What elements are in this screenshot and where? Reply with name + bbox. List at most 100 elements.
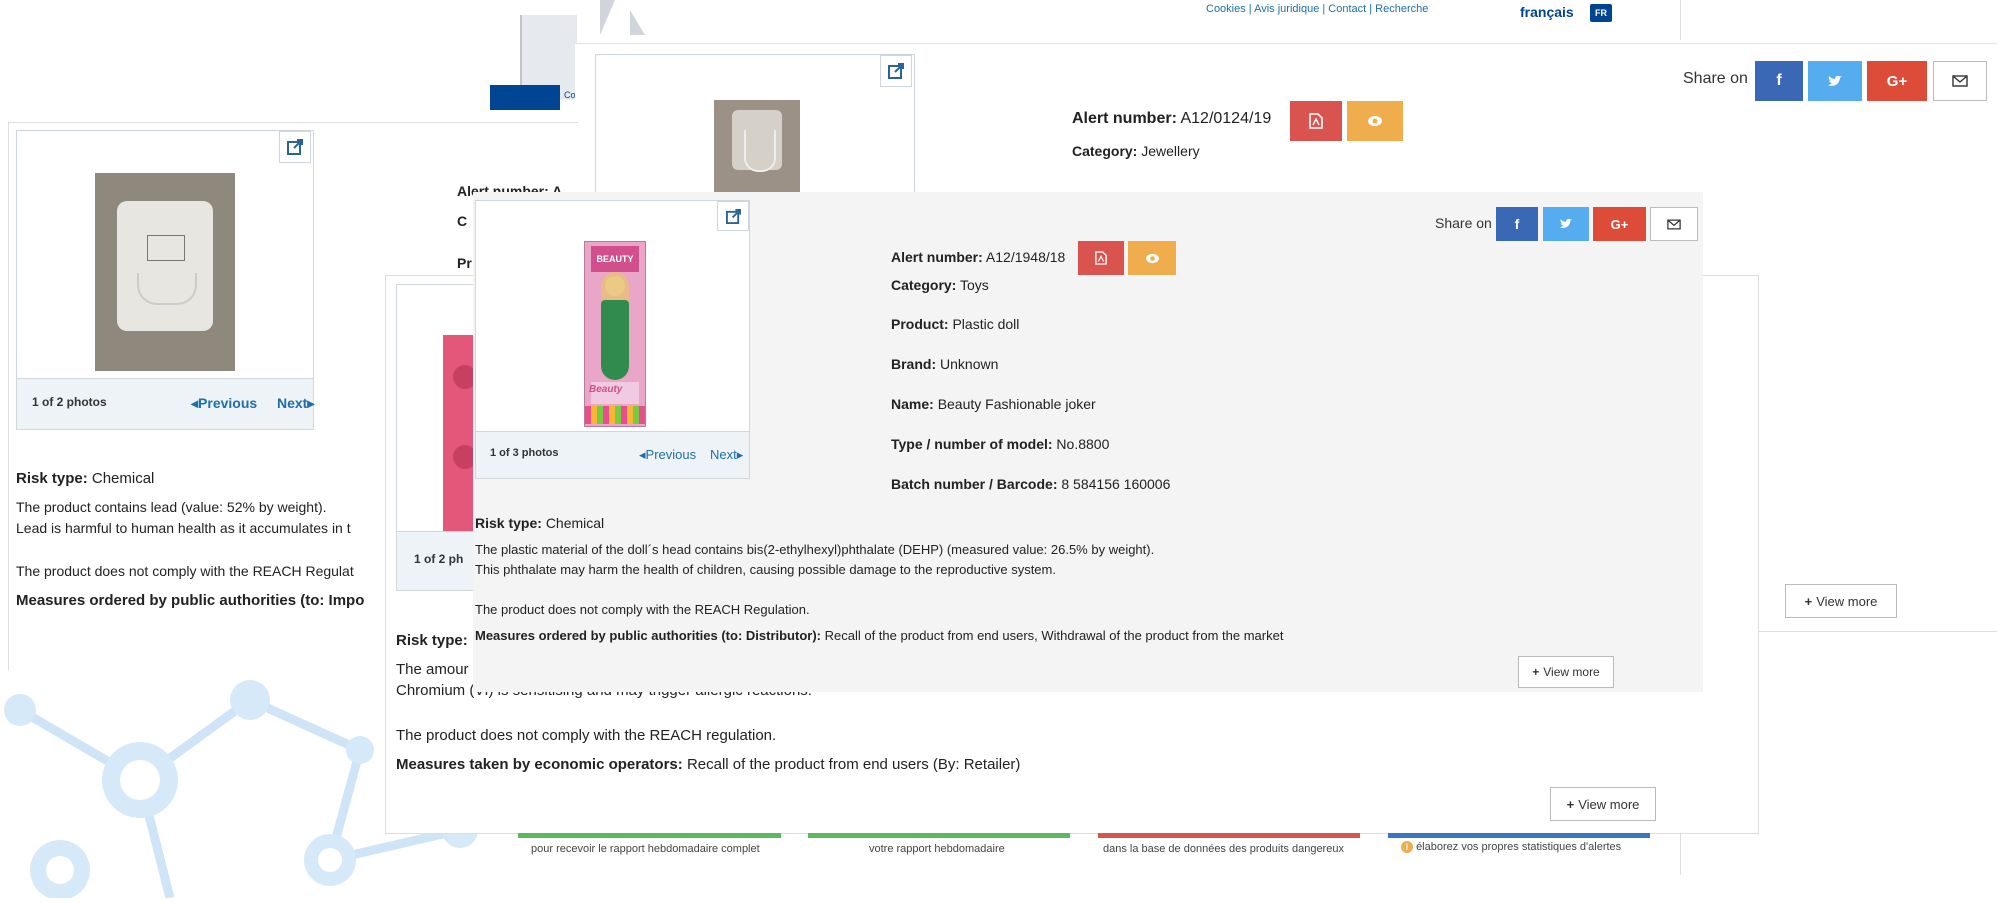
card-left-border (8, 122, 9, 670)
google-plus-icon: G+ (1610, 216, 1629, 232)
facebook-icon: f (1514, 216, 1520, 232)
view-alert-button[interactable] (1347, 101, 1403, 141)
info-icon: i (1401, 841, 1413, 853)
product-photo[interactable] (95, 173, 235, 371)
risk-description-2: This phthalate may harm the health of ch… (475, 562, 1056, 577)
next-photo-link[interactable]: Next▸ (277, 395, 314, 412)
alert-card-doll: BEAUTY Beauty 1 of 3 photos ◂Previous Ne… (473, 192, 1703, 692)
product-photo[interactable] (714, 100, 800, 195)
envelope-icon (1952, 75, 1968, 87)
compliance-text: The product does not comply with the REA… (396, 727, 777, 744)
footer-link-1[interactable]: pour recevoir le rapport hebdomadaire co… (531, 843, 760, 855)
footer-stripe-blue (1388, 833, 1650, 838)
footer-link-3[interactable]: dans la base de données des produits dan… (1103, 843, 1344, 855)
photo-counter: 1 of 3 photos (490, 447, 559, 459)
email-share-button[interactable] (1933, 61, 1987, 101)
category-label: C (457, 213, 468, 229)
expand-photo-button[interactable] (279, 131, 311, 163)
header-divider (1680, 0, 1681, 40)
card-top-border (8, 122, 578, 123)
risk-description-1: The product contains lead (value: 52% by… (16, 499, 327, 515)
twitter-icon (1828, 75, 1842, 86)
plus-icon: + (1566, 796, 1575, 812)
language-selector[interactable]: français (1520, 4, 1574, 20)
twitter-share-button[interactable] (1808, 61, 1862, 101)
measures-value: Recall of the product from end users, Wi… (824, 628, 1284, 643)
twitter-share-button[interactable] (1543, 207, 1589, 241)
model-label: Type / number of model: (891, 436, 1053, 452)
name-value: Beauty Fashionable joker (937, 396, 1096, 412)
pdf-file-icon (1095, 251, 1107, 265)
email-share-button[interactable] (1650, 207, 1698, 241)
photo-counter: 1 of 2 ph (414, 552, 464, 566)
plus-icon: + (1804, 593, 1813, 609)
measures-label: Measures taken by economic operators: (396, 756, 683, 773)
previous-photo-link[interactable]: ◂Previous (639, 447, 696, 463)
product-value: Plastic doll (952, 316, 1020, 332)
risk-description-1: The plastic material of the doll´s head … (475, 542, 1155, 557)
footer-link-2[interactable]: votre rapport hebdomadaire (869, 843, 1005, 855)
photo-box: BEAUTY Beauty 1 of 3 photos ◂Previous Ne… (475, 200, 750, 479)
view-more-button[interactable]: + View more (1518, 656, 1614, 688)
view-more-label: View more (1543, 665, 1600, 679)
footer-section: pour recevoir le rapport hebdomadaire co… (518, 833, 1650, 873)
compliance-text: The product does not comply with the REA… (16, 563, 354, 579)
eye-icon (1368, 116, 1382, 126)
previous-label: Previous (198, 395, 258, 411)
category-label: Category: (891, 277, 957, 293)
batch-value: 8 584156 160006 (1061, 476, 1171, 492)
pdf-button[interactable] (1078, 241, 1124, 275)
google-plus-share-button[interactable]: G+ (1867, 61, 1927, 101)
footer-link-4[interactable]: élaborez vos propres statistiques d'aler… (1416, 841, 1621, 853)
measures-text: Measures ordered by public authorities (… (16, 592, 365, 609)
risk-description-2: Lead is harmful to human health as it ac… (16, 520, 351, 536)
category-label: Category: (1072, 143, 1138, 159)
alert-number-value: A12/1948/18 (985, 249, 1066, 265)
risk-type-label: Risk type: (475, 515, 542, 531)
facebook-share-button[interactable]: f (1755, 61, 1803, 101)
model-value: No.8800 (1056, 436, 1110, 452)
view-alert-button[interactable] (1128, 241, 1176, 275)
alert-number-label: Alert number: (1072, 110, 1177, 127)
google-plus-icon: G+ (1886, 72, 1908, 90)
next-label: Next (710, 447, 737, 462)
risk-type-label: Risk type: (396, 632, 468, 649)
view-more-label: View more (1816, 593, 1878, 609)
ec-logo[interactable]: Co (490, 0, 585, 110)
google-plus-share-button[interactable]: G+ (1593, 207, 1646, 241)
pdf-button[interactable] (1290, 101, 1342, 141)
compliance-text: The product does not comply with the REA… (475, 602, 810, 617)
external-link-icon (888, 63, 904, 79)
photo-box: 1 of 2 photos ◂Previous Next▸ (16, 130, 314, 430)
facebook-share-button[interactable]: f (1496, 207, 1538, 241)
plus-icon: + (1532, 665, 1540, 679)
view-more-button[interactable]: + View more (1785, 584, 1897, 618)
alert-number-label: Alert number: (891, 249, 983, 265)
next-photo-link[interactable]: Next▸ (710, 447, 743, 463)
language-code-badge[interactable]: FR (1590, 4, 1612, 22)
external-link-icon (725, 208, 741, 224)
alert-card-jewellery: Alert number: A12/0124/19 Category: Jewe… (575, 44, 1997, 205)
next-label: Next (277, 395, 308, 411)
share-label: Share on (1435, 215, 1492, 231)
expand-photo-button[interactable] (880, 55, 912, 87)
product-photo[interactable]: BEAUTY Beauty (584, 241, 646, 427)
expand-photo-button[interactable] (717, 201, 749, 231)
view-more-button[interactable]: + View more (1550, 787, 1656, 821)
name-label: Name: (891, 396, 934, 412)
facebook-icon: f (1776, 72, 1782, 89)
envelope-icon (1667, 219, 1681, 229)
card-divider (1755, 631, 1997, 632)
previous-photo-link[interactable]: ◂Previous (191, 395, 257, 412)
footer-stripe-green-1 (518, 833, 781, 838)
pdf-file-icon (1309, 113, 1323, 129)
photo-counter: 1 of 2 photos (32, 395, 107, 409)
share-label: Share on (1683, 70, 1748, 87)
view-more-label: View more (1578, 796, 1640, 812)
batch-label: Batch number / Barcode: (891, 476, 1058, 492)
product-label: Pr (457, 255, 472, 271)
photo-box (595, 54, 915, 205)
header-links[interactable]: Cookies | Avis juridique | Contact | Rec… (1206, 3, 1428, 15)
risk-type-value: Chemical (545, 515, 605, 531)
product-label: Product: (891, 316, 949, 332)
